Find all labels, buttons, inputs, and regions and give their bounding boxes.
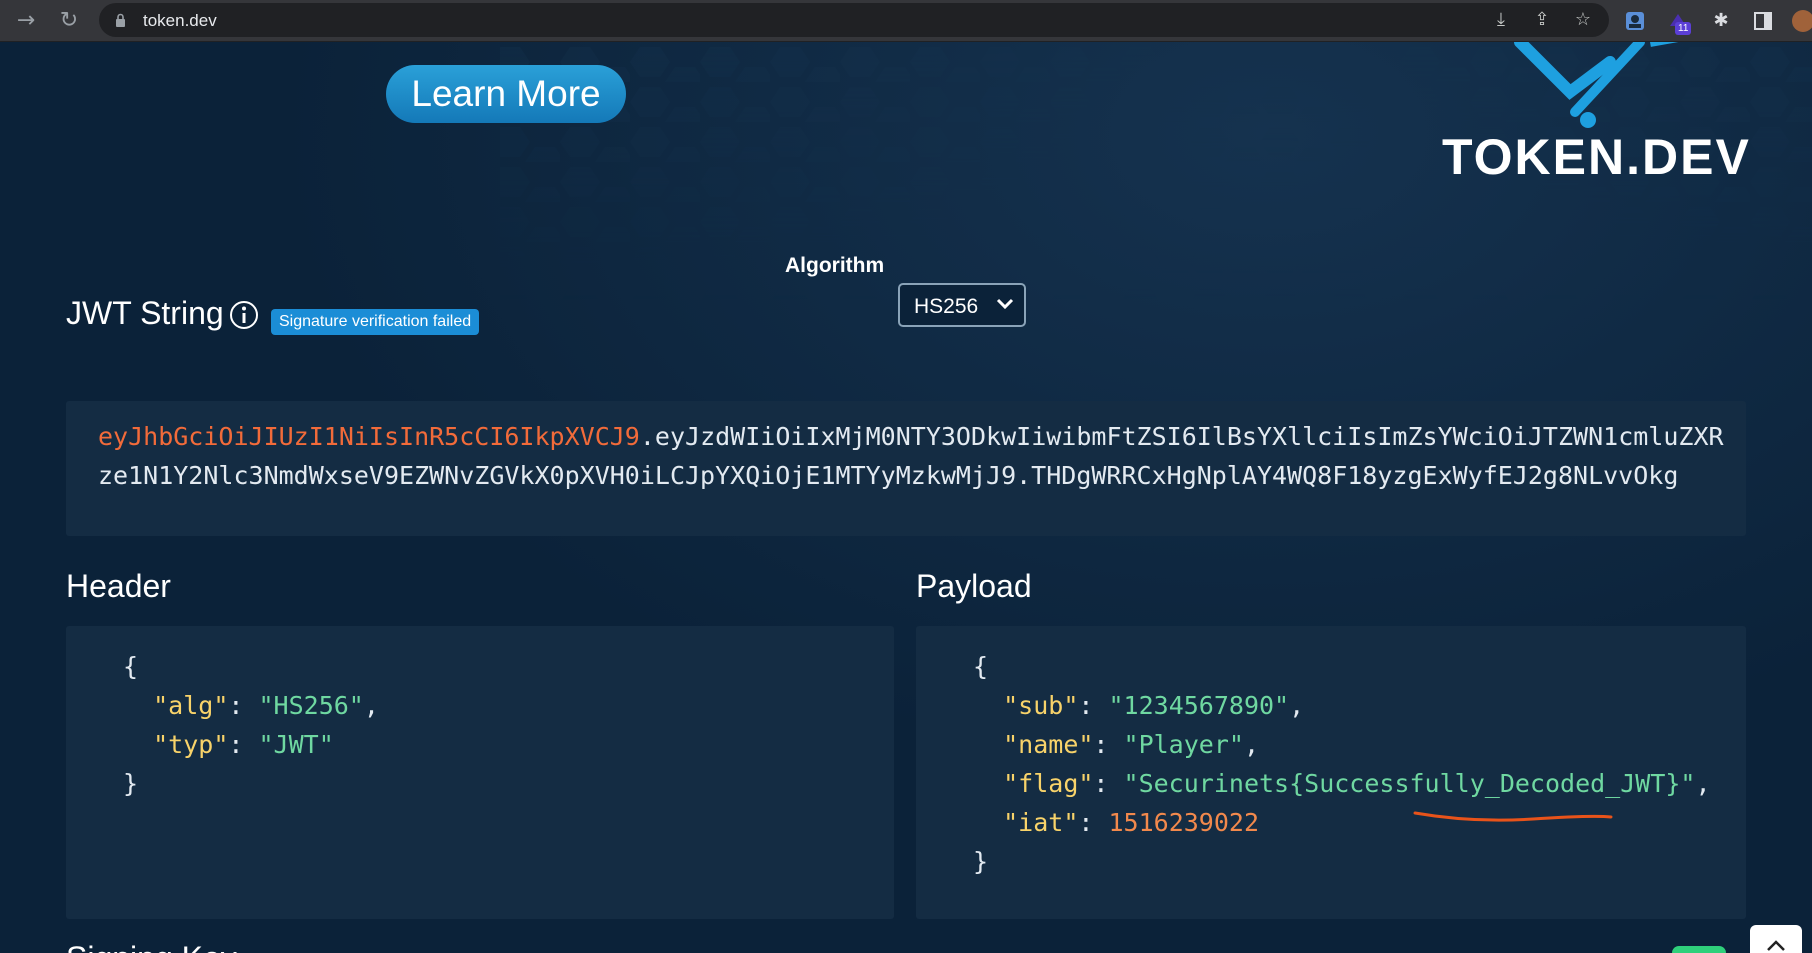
payload-json-panel[interactable]: { "sub": "1234567890", "name": "Player",… [916, 626, 1746, 919]
signing-key-title: Signing Key [66, 940, 237, 953]
json-separator: , [1289, 691, 1305, 720]
brace-close: } [123, 769, 139, 798]
install-icon[interactable]: ⤓ [1489, 8, 1513, 32]
token-dev-logo-icon [1514, 42, 1679, 128]
jwt-string-title: JWT String [66, 295, 224, 331]
extension-avatar-icon[interactable] [1622, 8, 1648, 34]
json-value: "HS256" [258, 691, 364, 720]
json-value: "1234567890" [1108, 691, 1290, 720]
json-value: 1516239022 [1108, 808, 1259, 837]
signature-status-badge: Signature verification failed [271, 309, 480, 335]
brand-name: TOKEN.DEV [1442, 129, 1751, 185]
algorithm-selected-value: HS256 [914, 295, 979, 318]
jwt-string-text[interactable]: eyJhbGciOiJIUzI1NiIsInR5cCI6IkpXVCJ9.eyJ… [98, 417, 1738, 495]
header-json: { "alg": "HS256", "typ": "JWT" } [123, 652, 379, 798]
json-value: "JWT" [258, 730, 334, 759]
json-key: "name" [1003, 730, 1094, 759]
flag-value: "Securinets{Successfully_Decoded_JWT}" [1123, 769, 1696, 798]
header-title: Header [66, 568, 171, 604]
json-key: "sub" [1003, 691, 1079, 720]
address-bar[interactable]: token.dev ⤓ ⇪ ☆ [99, 3, 1609, 37]
handdrawn-underline-annotation [1413, 811, 1613, 822]
chevron-down-icon [996, 298, 1014, 310]
forward-icon[interactable]: → [12, 7, 40, 35]
json-separator: , [363, 691, 379, 720]
scroll-to-top-button[interactable] [1750, 925, 1802, 953]
payload-json: { "sub": "1234567890", "name": "Player",… [973, 652, 1711, 876]
extension-badge: 11 [1675, 22, 1692, 35]
share-icon[interactable]: ⇪ [1530, 8, 1554, 32]
json-key: "flag" [1003, 769, 1094, 798]
url-text: token.dev [143, 11, 217, 30]
info-icon[interactable] [229, 300, 259, 330]
browser-toolbar: → ↻ token.dev ⤓ ⇪ ☆ 11 ✱ [0, 0, 1812, 42]
json-value: "Player" [1123, 730, 1244, 759]
json-key: "typ" [153, 730, 229, 759]
profile-avatar-icon[interactable] [1790, 8, 1812, 34]
json-key: "alg" [153, 691, 229, 720]
brace-open: { [973, 652, 989, 681]
jwt-header-segment: eyJhbGciOiJIUzI1NiIsInR5cCI6IkpXVCJ9 [98, 422, 640, 451]
toggle-switch[interactable] [1672, 946, 1726, 953]
header-json-panel[interactable]: { "alg": "HS256", "typ": "JWT" } [66, 626, 894, 919]
brace-close: } [973, 847, 989, 876]
bookmark-star-icon[interactable]: ☆ [1571, 8, 1595, 32]
reload-icon[interactable]: ↻ [55, 7, 83, 35]
page-content: Learn More TOKEN.DEV Algorithm HS256 JWT… [0, 42, 1812, 953]
json-separator: , [1695, 769, 1711, 798]
side-panel-icon[interactable] [1750, 8, 1776, 34]
json-separator: , [1243, 730, 1260, 759]
lock-icon [116, 13, 125, 27]
algorithm-label: Algorithm [785, 254, 885, 277]
payload-title: Payload [916, 568, 1032, 604]
learn-more-button[interactable]: Learn More [386, 65, 626, 123]
brace-open: { [123, 652, 139, 681]
chevron-up-icon [1767, 940, 1785, 951]
algorithm-select[interactable]: HS256 [898, 283, 1026, 327]
json-key: "iat" [1003, 808, 1079, 837]
extensions-puzzle-icon[interactable]: ✱ [1708, 8, 1734, 34]
